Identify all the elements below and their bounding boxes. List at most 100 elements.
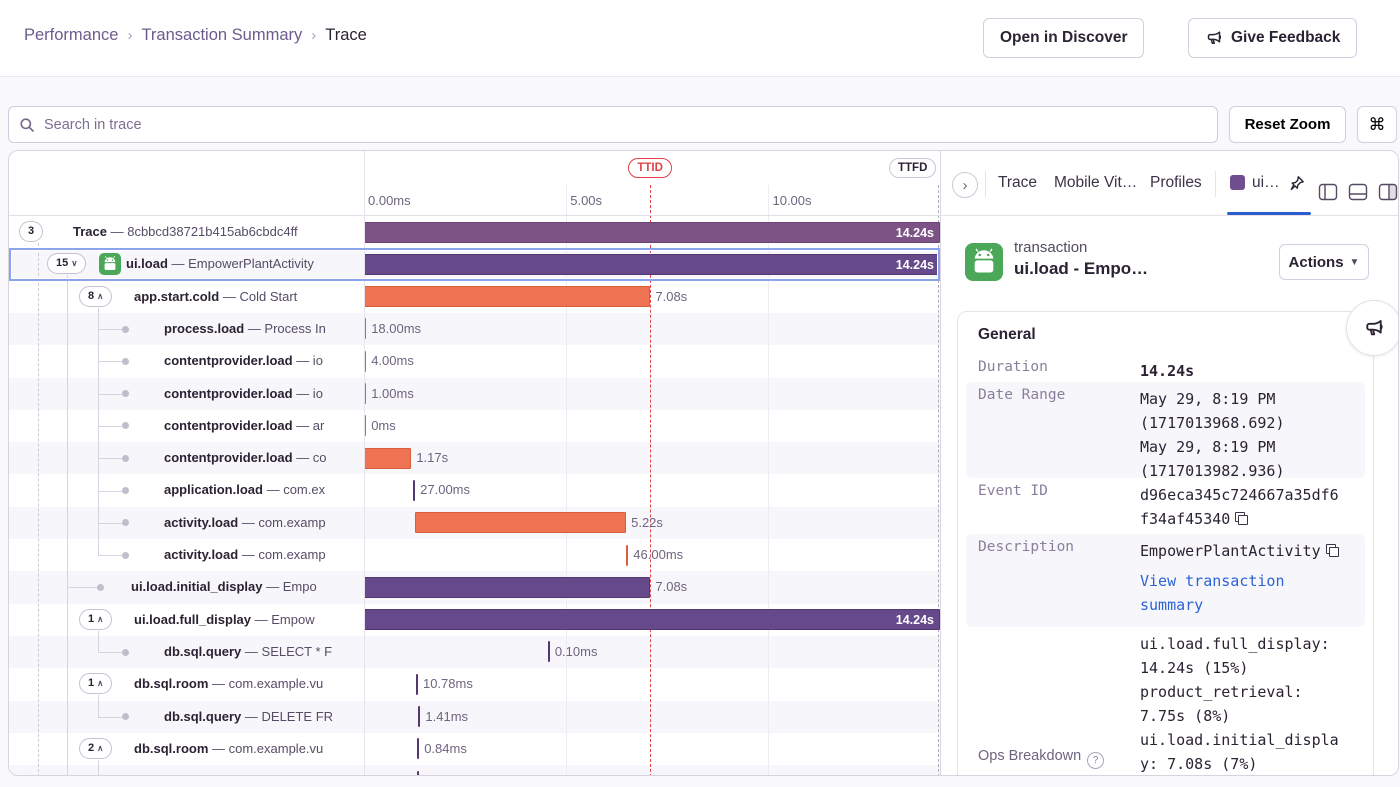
tab-mobile-vitals[interactable]: Mobile Vit…	[1054, 174, 1137, 192]
span-count-pill[interactable]: 8∧	[79, 286, 112, 307]
breadcrumb-performance[interactable]: Performance	[24, 26, 118, 44]
span-duration-bar[interactable]	[415, 512, 626, 533]
span-label: contentprovider.load — io	[164, 353, 323, 368]
breadcrumb-trace: Trace	[325, 26, 367, 44]
span-duration-label: 1.00ms	[371, 386, 414, 401]
span-duration-bar[interactable]	[413, 480, 415, 501]
span-row[interactable]: contentprovider.load — co	[9, 442, 364, 474]
span-row[interactable]: 1∧ ui.load.full_display — Empow	[9, 604, 364, 636]
span-description: — SELECT * F	[241, 644, 332, 659]
span-row[interactable]: 8∧app.start.cold — Cold Start	[9, 281, 364, 313]
chevron-down-icon: ▼	[1350, 257, 1360, 268]
span-row[interactable]: application.load — com.ex	[9, 474, 364, 506]
chevron-up-icon: ∧	[97, 678, 103, 688]
tab-profiles[interactable]: Profiles	[1150, 174, 1202, 192]
span-duration-label: 7.08s	[655, 289, 687, 304]
breadcrumb-transaction-summary[interactable]: Transaction Summary	[141, 26, 302, 44]
span-op: app.start.cold	[134, 289, 219, 304]
shortcut-command-button[interactable]: ⌘	[1357, 106, 1397, 143]
copy-icon[interactable]	[1235, 512, 1248, 525]
tab-trace[interactable]: Trace	[998, 174, 1037, 192]
span-description: — ar	[293, 418, 325, 433]
span-row[interactable]: db.sql.query — SELECT * F	[9, 636, 364, 668]
feedback-fab-button[interactable]	[1346, 300, 1399, 356]
open-in-discover-button[interactable]: Open in Discover	[983, 18, 1144, 58]
expand-drawer-button[interactable]: ›	[952, 172, 978, 198]
span-count-pill[interactable]: 3	[19, 221, 43, 242]
help-icon[interactable]: ?	[1087, 752, 1104, 769]
trace-view-page: Performance›Transaction Summary›Trace Op…	[0, 0, 1400, 787]
span-op: contentprovider.load	[164, 353, 293, 368]
span-row[interactable]: db.sql.query — INSERT OR	[9, 765, 364, 776]
span-duration-label: 1.17s	[416, 450, 448, 465]
span-count-pill[interactable]: 2∧	[79, 738, 112, 759]
span-op: process.load	[164, 321, 244, 336]
span-duration-bar[interactable]	[417, 738, 419, 759]
span-row[interactable]: activity.load — com.examp	[9, 507, 364, 539]
detail-value-line: product_retrieval: 7.75s (8%)	[1140, 680, 1342, 728]
span-op: db.sql.query	[164, 773, 241, 776]
span-row[interactable]: contentprovider.load — ar	[9, 410, 364, 442]
span-label: Trace — 8cbbcd38721b415ab6cbdc4ff	[73, 224, 298, 239]
span-label: ui.load.initial_display — Empo	[131, 579, 317, 594]
dock-bottom-icon[interactable]	[1348, 183, 1368, 206]
copy-icon[interactable]	[1326, 544, 1339, 557]
reset-zoom-label: Reset Zoom	[1245, 116, 1331, 133]
span-duration-bar[interactable]	[417, 771, 419, 776]
span-details-drawer: › Trace Mobile Vit… Profiles ui…	[940, 151, 1399, 776]
span-count-pill[interactable]: 15∨	[47, 253, 86, 274]
span-duration-bar[interactable]	[364, 286, 650, 307]
detail-value-text: 14.24s	[1140, 362, 1194, 380]
drawer-tab-bar: › Trace Mobile Vit… Profiles ui…	[941, 151, 1399, 216]
span-row[interactable]: contentprovider.load — io	[9, 345, 364, 377]
search-bar[interactable]	[8, 106, 1218, 143]
span-row[interactable]: activity.load — com.examp	[9, 539, 364, 571]
pin-icon[interactable]	[1288, 175, 1305, 197]
android-icon	[965, 243, 1003, 281]
span-duration-bar[interactable]: 14.24s	[364, 254, 940, 275]
active-tab-underline	[1227, 212, 1311, 215]
span-description: — Empow	[251, 612, 315, 627]
span-duration-label: 27.00ms	[420, 482, 470, 497]
span-duration-bar[interactable]: 14.24s	[364, 609, 940, 630]
view-transaction-summary-link[interactable]: View transaction summary	[1140, 569, 1342, 617]
detail-value: ui.load.full_display: 14.24s (15%)produc…	[1140, 632, 1342, 776]
span-duration-label: 14.24s	[896, 226, 934, 240]
span-op: db.sql.room	[134, 741, 208, 756]
span-label: contentprovider.load — ar	[164, 418, 324, 433]
span-op: ui.load.full_display	[134, 612, 251, 627]
tab-active-span[interactable]: ui…	[1252, 174, 1280, 192]
span-row[interactable]: 15∨ui.load — EmpowerPlantActivity	[9, 248, 364, 280]
span-row[interactable]: 3 Trace — 8cbbcd38721b415ab6cbdc4ff	[9, 216, 364, 248]
span-row[interactable]: db.sql.query — DELETE FR	[9, 701, 364, 733]
span-duration-bar[interactable]	[416, 674, 418, 695]
span-duration-label: 1.41ms	[425, 709, 468, 724]
span-duration-bar[interactable]	[364, 448, 411, 469]
dock-left-icon[interactable]	[1318, 183, 1338, 206]
span-description: — co	[293, 450, 327, 465]
span-op: db.sql.query	[164, 644, 241, 659]
span-op: ui.load.initial_display	[131, 579, 262, 594]
span-op: application.load	[164, 482, 263, 497]
span-duration-bar[interactable]	[626, 545, 628, 566]
span-row[interactable]: contentprovider.load — io	[9, 378, 364, 410]
span-duration-label: 5.22s	[631, 515, 663, 530]
actions-button[interactable]: Actions ▼	[1279, 244, 1369, 280]
span-op: activity.load	[164, 547, 238, 562]
span-count-pill[interactable]: 1∧	[79, 673, 112, 694]
span-row[interactable]: process.load — Process In	[9, 313, 364, 345]
span-duration-bar[interactable]: 14.24s	[364, 222, 940, 243]
detail-key: Ops Breakdown?	[978, 748, 1104, 769]
span-row[interactable]: ui.load.initial_display — Empo	[9, 571, 364, 603]
search-input[interactable]	[42, 116, 1207, 134]
span-row[interactable]: 2∧db.sql.room — com.example.vu	[9, 733, 364, 765]
span-duration-bar[interactable]	[364, 577, 650, 598]
span-row[interactable]: 1∧db.sql.room — com.example.vu	[9, 668, 364, 700]
dock-right-icon[interactable]	[1378, 183, 1398, 206]
give-feedback-button[interactable]: Give Feedback	[1188, 18, 1357, 58]
reset-zoom-button[interactable]: Reset Zoom	[1229, 106, 1346, 143]
time-tick-label: 0.00ms	[368, 193, 411, 208]
span-duration-bar[interactable]	[548, 641, 550, 662]
span-count-pill[interactable]: 1∧	[79, 609, 112, 630]
active-span-tab-icon[interactable]	[1230, 175, 1245, 190]
